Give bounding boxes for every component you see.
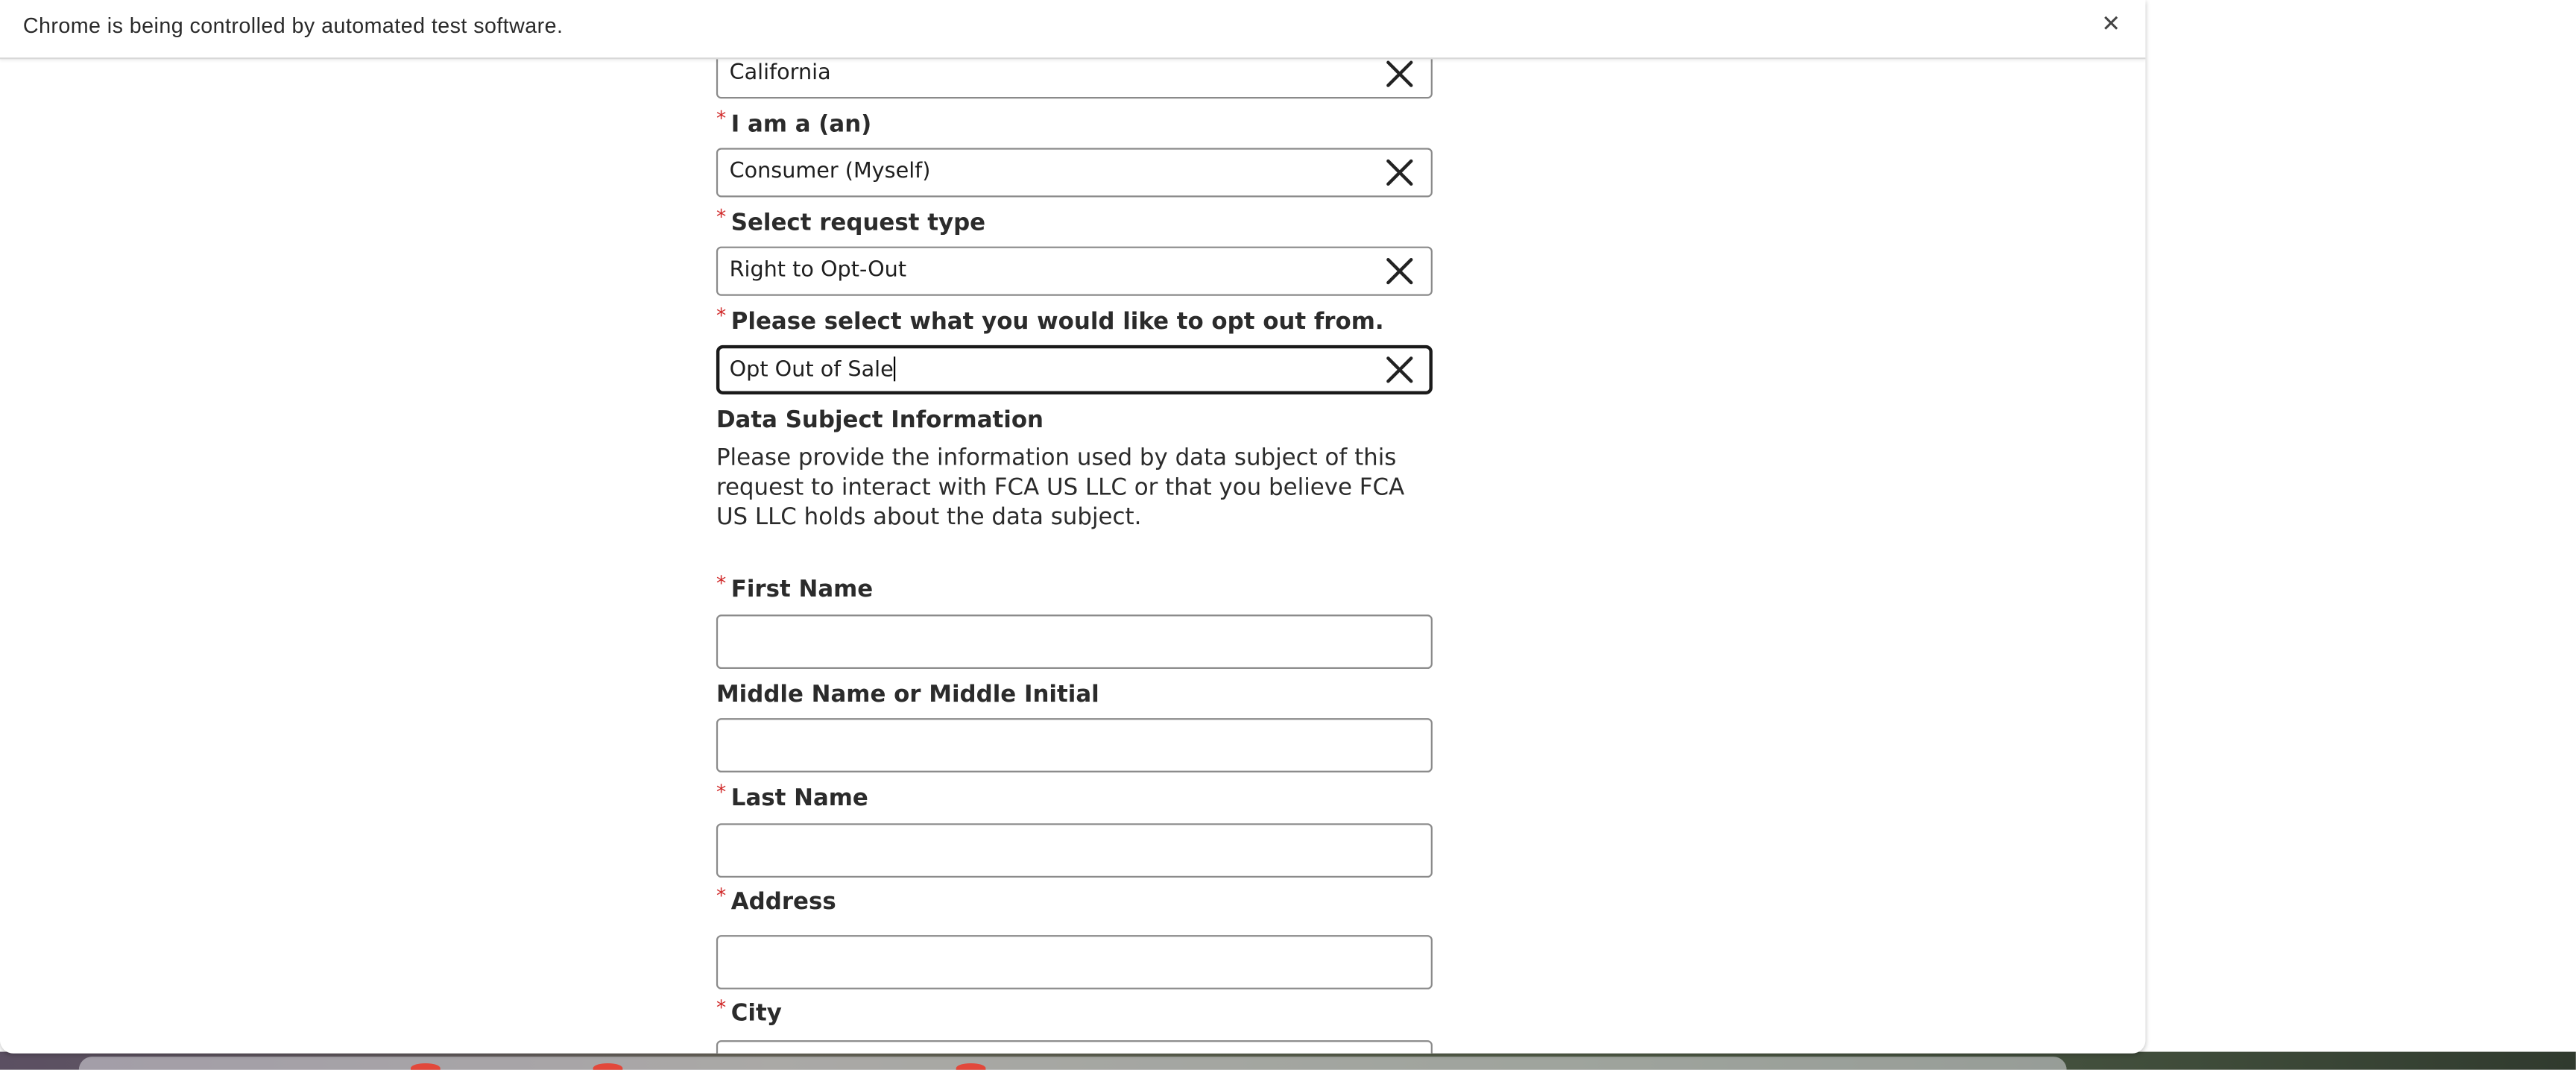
first-name-input[interactable] [716,614,1433,670]
opt-out-select[interactable]: Opt Out of Sale [716,344,1433,394]
request-type-select[interactable]: Right to Opt-Out [716,246,1433,296]
dock [78,1057,2067,1070]
dock-app-icon[interactable] [956,1063,986,1070]
last-name-label: * Last Name [716,781,868,812]
required-marker: * [716,995,727,1019]
i-am-label-text: I am a (an) [730,111,872,139]
close-icon[interactable] [1385,257,1415,286]
middle-name-input[interactable] [716,718,1433,772]
request-type-label: * Select request type [716,206,986,237]
first-name-label-text: First Name [730,576,874,603]
required-marker: * [716,205,727,229]
section-description: Please provide the information used by d… [716,445,1405,531]
last-name-input[interactable] [716,823,1433,878]
infobar-message: Chrome is being controlled by automated … [22,13,564,38]
state-value: California [729,60,831,86]
close-icon[interactable] [1385,355,1415,385]
opt-out-value: Opt Out of Sale [729,358,894,383]
i-am-select[interactable]: Consumer (Myself) [716,148,1433,198]
text-caret [893,356,895,382]
city-label-text: City [730,1001,782,1027]
address-label: * Address [716,884,836,916]
middle-name-label: Middle Name or Middle Initial [716,682,1099,708]
request-type-label-text: Select request type [730,210,986,237]
request-type-value: Right to Opt-Out [729,258,907,283]
i-am-label: * I am a (an) [716,107,872,139]
infobar-close-button[interactable]: ✕ [2098,10,2124,40]
automation-infobar: Chrome is being controlled by automated … [0,0,2146,60]
required-marker: * [716,107,727,130]
dock-app-icon[interactable] [593,1063,623,1070]
required-marker: * [716,303,727,327]
opt-out-label: * Please select what you would like to op… [716,304,1384,336]
first-name-label: * First Name [716,572,874,603]
section-title: Data Subject Information [716,407,1044,434]
required-marker: * [716,571,727,595]
opt-out-label-text: Please select what you would like to opt… [730,309,1384,336]
close-icon[interactable] [1385,158,1415,188]
dock-app-icon[interactable] [411,1063,441,1070]
required-marker: * [716,780,727,804]
i-am-value: Consumer (Myself) [729,159,931,184]
city-input[interactable] [716,1040,1433,1054]
address-label-text: Address [730,889,836,916]
close-icon[interactable] [1385,59,1415,89]
required-marker: * [716,884,727,907]
city-label: * City [716,996,782,1027]
address-input[interactable] [716,935,1433,989]
browser-window: Chrome is being controlled by automated … [0,0,2146,1054]
last-name-label-text: Last Name [730,785,868,812]
screen: Chrome is being controlled by automated … [0,0,2576,1070]
